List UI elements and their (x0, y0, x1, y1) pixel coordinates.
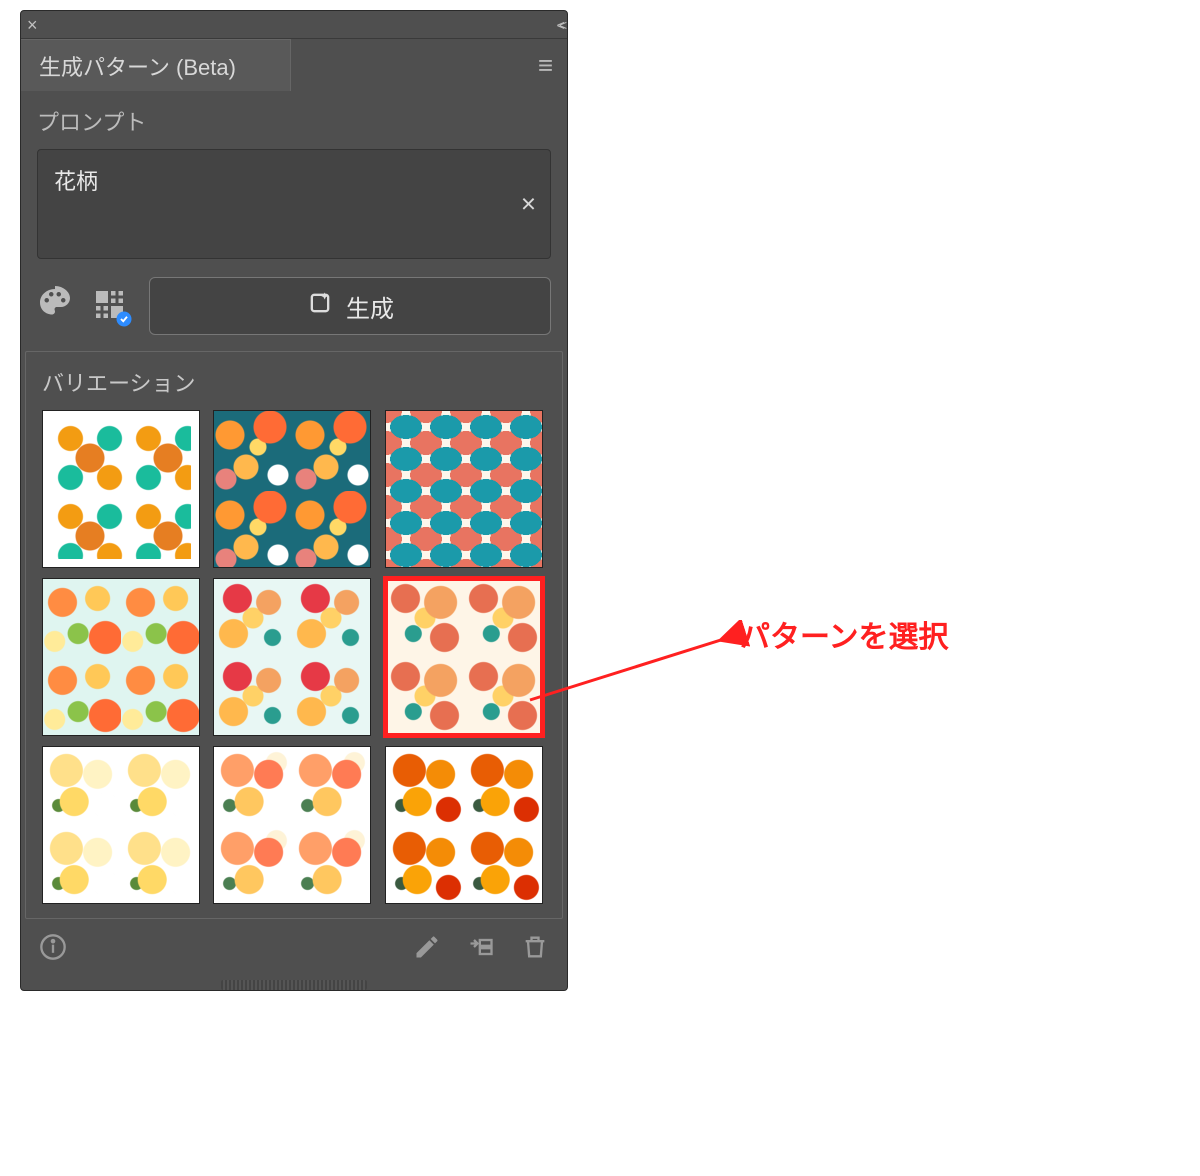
variation-thumb-5[interactable] (213, 578, 371, 736)
variations-section: バリエーション (25, 351, 563, 919)
tab-generate-pattern[interactable]: 生成パターン (Beta) (21, 39, 291, 91)
variation-thumb-3[interactable] (385, 410, 543, 568)
pencil-icon[interactable] (413, 933, 441, 966)
close-icon[interactable]: × (27, 16, 38, 34)
variation-thumb-4[interactable] (42, 578, 200, 736)
collapse-icon[interactable]: << (557, 17, 561, 33)
hamburger-icon[interactable]: ≡ (538, 50, 567, 81)
sparkle-generate-icon (306, 289, 334, 324)
prompt-value: 花柄 (54, 169, 98, 194)
generate-label: 生成 (346, 289, 394, 324)
variation-thumb-9[interactable] (385, 746, 543, 904)
panel-footer (21, 919, 567, 980)
pattern-type-icon[interactable] (93, 288, 129, 324)
variations-grid (42, 410, 546, 904)
variation-thumb-8[interactable] (213, 746, 371, 904)
prompt-label: プロンプト (37, 105, 551, 137)
controls-row: 生成 (21, 277, 567, 351)
panel-header: × << (21, 11, 567, 39)
info-icon[interactable] (39, 933, 67, 966)
resize-grip[interactable] (221, 980, 367, 990)
tab-row: 生成パターン (Beta) ≡ (21, 39, 567, 91)
palette-icon[interactable] (37, 286, 73, 327)
clear-x-icon[interactable]: × (521, 189, 536, 220)
variations-label: バリエーション (42, 366, 546, 398)
annotation-text: パターンを選択 (740, 612, 949, 656)
variation-thumb-1[interactable] (42, 410, 200, 568)
trash-icon[interactable] (521, 933, 549, 966)
footer-actions (413, 933, 549, 966)
prompt-input[interactable]: 花柄 × (37, 149, 551, 259)
variation-thumb-2[interactable] (213, 410, 371, 568)
apply-to-layer-icon[interactable] (467, 933, 495, 966)
variation-thumb-6[interactable] (385, 578, 543, 736)
prompt-section: プロンプト 花柄 × (21, 91, 567, 263)
generate-button[interactable]: 生成 (149, 277, 551, 335)
panel-title: 生成パターン (Beta) (39, 50, 236, 82)
generate-pattern-panel: × << 生成パターン (Beta) ≡ プロンプト 花柄 × (20, 10, 568, 991)
variation-thumb-7[interactable] (42, 746, 200, 904)
